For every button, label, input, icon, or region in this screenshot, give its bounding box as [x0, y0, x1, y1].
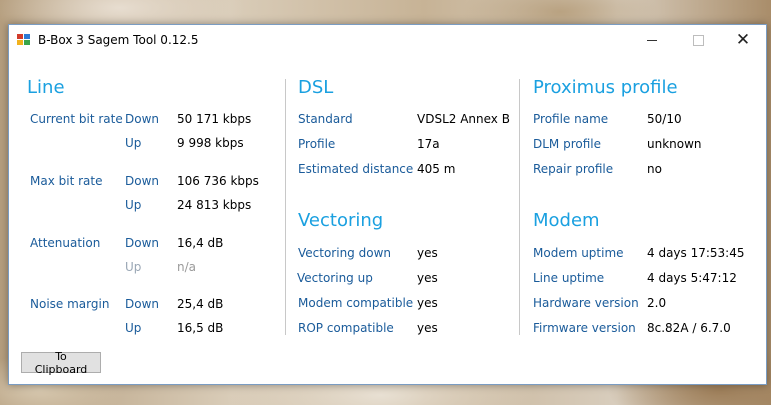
attenuation-label: Attenuation — [30, 236, 101, 250]
vectoring-down-label: Vectoring down — [298, 246, 391, 260]
attenuation-up-value: n/a — [177, 260, 197, 274]
max-bit-rate-down-label: Down — [125, 174, 160, 188]
attenuation-down-value: 16,4 dB — [177, 236, 224, 250]
modem-section-title: Modem — [533, 210, 600, 231]
window-title: B-Box 3 Sagem Tool 0.12.5 — [38, 33, 199, 47]
firmware-version-label: Firmware version — [533, 321, 636, 335]
modem-compatible-label: Modem compatible — [298, 296, 414, 310]
hardware-version-label: Hardware version — [533, 296, 639, 310]
repair-profile-value: no — [647, 162, 662, 176]
column-divider — [519, 79, 520, 335]
app-icon — [17, 34, 31, 46]
max-bit-rate-label: Max bit rate — [30, 174, 103, 188]
hardware-version-value: 2.0 — [647, 296, 667, 310]
line-section-title: Line — [27, 77, 65, 98]
close-button[interactable]: ✕ — [720, 25, 766, 56]
attenuation-down-label: Down — [125, 236, 160, 250]
noise-margin-up-value: 16,5 dB — [177, 321, 224, 335]
current-bit-rate-up-label: Up — [125, 136, 142, 150]
noise-margin-down-label: Down — [125, 297, 160, 311]
proximus-profile-section-title: Proximus profile — [533, 77, 678, 98]
standard-label: Standard — [298, 112, 353, 126]
max-bit-rate-up-value: 24 813 kbps — [177, 198, 252, 212]
line-uptime-value: 4 days 5:47:12 — [647, 271, 737, 285]
vectoring-up-label: Vectoring up — [297, 271, 373, 285]
vectoring-down-value: yes — [417, 246, 438, 260]
current-bit-rate-down-value: 50 171 kbps — [177, 112, 252, 126]
modem-compatible-value: yes — [417, 296, 438, 310]
standard-value: VDSL2 Annex B — [417, 112, 510, 126]
profile-name-value: 50/10 — [647, 112, 682, 126]
estimated-distance-label: Estimated distance — [298, 162, 414, 176]
estimated-distance-value: 405 m — [417, 162, 456, 176]
attenuation-up-label: Up — [125, 260, 142, 274]
max-bit-rate-up-label: Up — [125, 198, 142, 212]
current-bit-rate-down-label: Down — [125, 112, 160, 126]
rop-compatible-label: ROP compatible — [298, 321, 394, 335]
current-bit-rate-up-value: 9 998 kbps — [177, 136, 244, 150]
column-divider — [285, 79, 286, 335]
dlm-profile-value: unknown — [647, 137, 702, 151]
profile-name-label: Profile name — [533, 112, 609, 126]
noise-margin-down-value: 25,4 dB — [177, 297, 224, 311]
noise-margin-label: Noise margin — [30, 297, 110, 311]
vectoring-section-title: Vectoring — [298, 210, 384, 231]
dlm-profile-label: DLM profile — [533, 137, 601, 151]
current-bit-rate-label: Current bit rate — [30, 112, 123, 126]
minimize-icon — [647, 40, 657, 41]
max-bit-rate-down-value: 106 736 kbps — [177, 174, 259, 188]
firmware-version-value: 8c.82A / 6.7.0 — [647, 321, 731, 335]
profile-value: 17a — [417, 137, 440, 151]
dsl-section-title: DSL — [298, 77, 334, 98]
vectoring-up-value: yes — [417, 271, 438, 285]
app-window: B-Box 3 Sagem Tool 0.12.5 ✕ Line Current… — [8, 24, 767, 385]
rop-compatible-value: yes — [417, 321, 438, 335]
to-clipboard-button[interactable]: To Clipboard — [21, 350, 101, 376]
line-uptime-label: Line uptime — [533, 271, 605, 285]
noise-margin-up-label: Up — [125, 321, 142, 335]
modem-uptime-value: 4 days 17:53:45 — [647, 246, 745, 260]
close-icon: ✕ — [735, 30, 751, 50]
title-bar[interactable]: B-Box 3 Sagem Tool 0.12.5 ✕ — [9, 25, 766, 56]
maximize-icon — [692, 35, 704, 46]
profile-label: Profile — [298, 137, 336, 151]
modem-uptime-label: Modem uptime — [533, 246, 624, 260]
maximize-button[interactable] — [675, 25, 721, 56]
repair-profile-label: Repair profile — [533, 162, 614, 176]
minimize-button[interactable] — [629, 25, 675, 56]
